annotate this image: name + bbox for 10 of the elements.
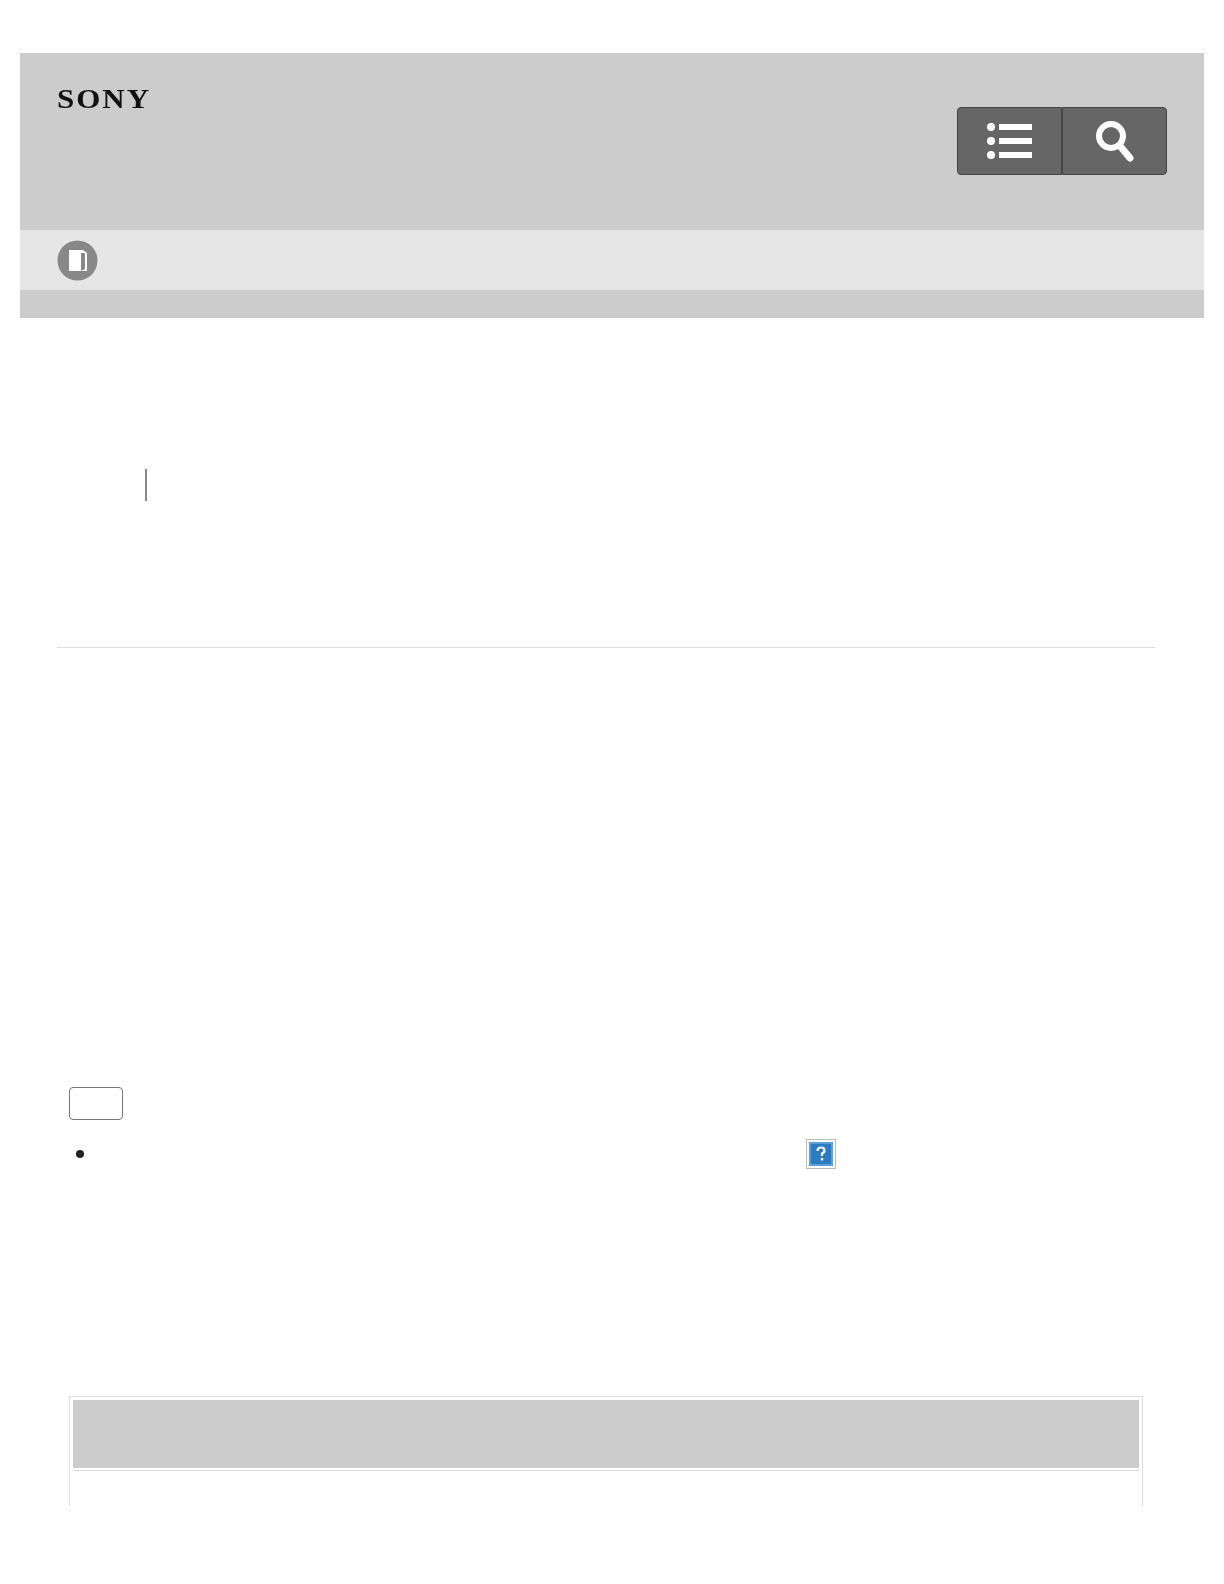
search-button[interactable] — [1062, 107, 1167, 175]
menu-icon — [985, 122, 1034, 160]
book-icon[interactable] — [57, 239, 98, 281]
bullet-icon — [76, 1150, 84, 1158]
search-icon — [1094, 120, 1135, 162]
help-icon[interactable] — [809, 1142, 833, 1166]
label-box — [69, 1087, 123, 1120]
vertical-divider — [145, 469, 147, 501]
menu-button[interactable] — [957, 107, 1062, 175]
brand-logo: SONY — [57, 84, 152, 116]
